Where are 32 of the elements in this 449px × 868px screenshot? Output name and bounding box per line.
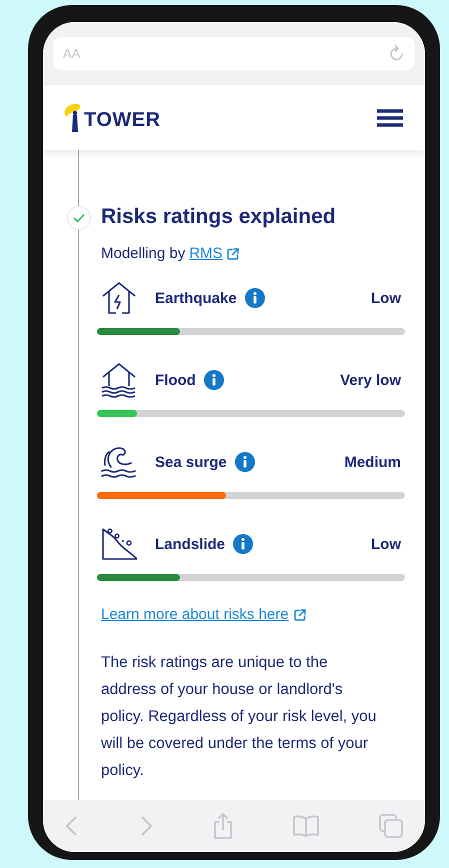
risk-name: Sea surge [155, 454, 227, 470]
info-icon[interactable] [244, 288, 265, 308]
house-crack-icon [101, 281, 137, 315]
risk-rating: Low [371, 290, 401, 306]
risk-rating: Low [371, 536, 401, 552]
logo-icon [63, 104, 82, 132]
risk-rating: Very low [340, 372, 401, 388]
menu-icon[interactable] [377, 108, 403, 126]
tabs-icon[interactable] [379, 814, 403, 838]
reload-icon[interactable] [389, 44, 405, 62]
risk-name: Earthquake [155, 290, 237, 306]
house-flood-icon [101, 362, 137, 398]
info-icon[interactable] [234, 452, 255, 472]
learn-more-link[interactable]: Learn more about risks here [101, 606, 289, 623]
back-icon[interactable] [65, 815, 79, 837]
risk-name: Landslide [155, 536, 226, 552]
info-icon[interactable] [233, 534, 254, 554]
share-icon[interactable] [213, 813, 233, 839]
source-label: Modelling by [101, 245, 186, 262]
risk-name: Flood [155, 372, 196, 388]
forward-icon[interactable] [139, 815, 153, 837]
explanation-text: The risk ratings are unique to the address of your house or landlord's policy. Regardless of your risk level, you will be covered under the terms of your policy. [101, 653, 378, 781]
risk-rating: Medium [344, 454, 401, 470]
info-icon[interactable] [204, 370, 224, 390]
wave-icon [101, 445, 137, 479]
bookmarks-icon[interactable] [293, 815, 319, 837]
source-link[interactable]: RMS [189, 245, 223, 262]
landslide-icon [101, 527, 137, 561]
logo-text: TOWER [84, 108, 161, 132]
external-link-icon [294, 608, 306, 620]
section-title: Risks ratings explained [101, 205, 337, 229]
external-link-icon [226, 248, 239, 260]
